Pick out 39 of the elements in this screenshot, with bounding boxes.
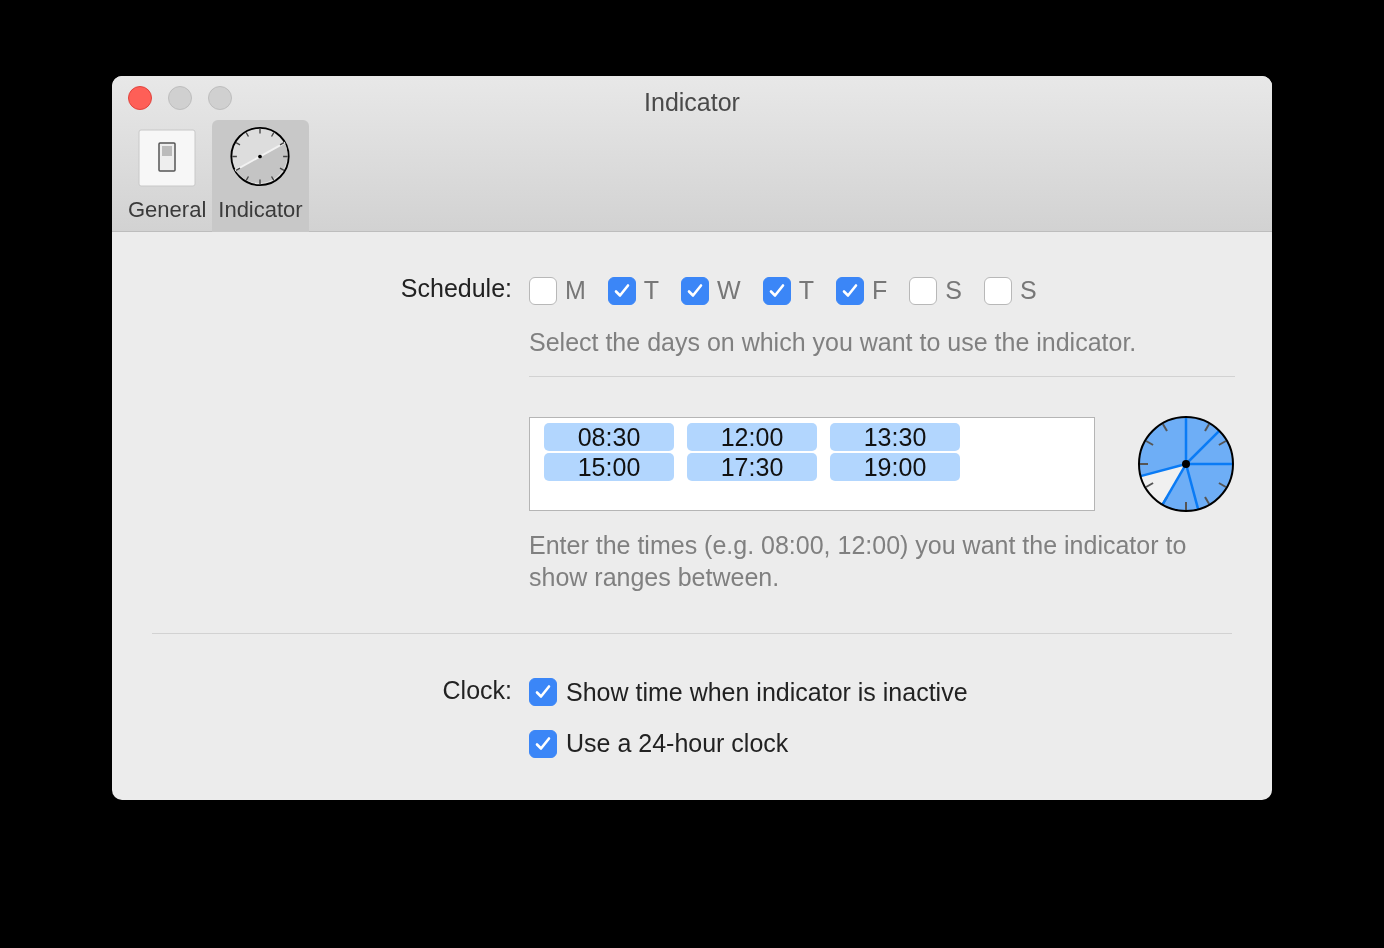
option-label: Use a 24-hour clock <box>566 728 789 759</box>
day-label: T <box>798 275 814 306</box>
checkbox[interactable] <box>607 276 636 305</box>
checkbox[interactable] <box>529 276 557 305</box>
time-token[interactable]: 19:00 <box>830 452 960 481</box>
time-token[interactable]: 15:00 <box>544 452 674 481</box>
time-token[interactable]: 08:30 <box>544 422 674 451</box>
day-label: M <box>565 275 586 306</box>
time-token[interactable]: 12:00 <box>687 422 817 451</box>
check-icon <box>686 281 705 300</box>
day-label: T <box>643 275 660 306</box>
check-icon <box>534 734 552 753</box>
times-field[interactable]: 08:30 12:00 13:30 15:00 17:30 19:00 <box>529 416 1095 511</box>
check-icon <box>612 281 631 300</box>
window-title: Indicator <box>644 87 740 118</box>
time-token[interactable]: 17:30 <box>687 452 817 481</box>
schedule-hint: Select the days on which you want to use the indicator. <box>529 326 1138 358</box>
option-label: Show time when indicator is inactive <box>566 676 968 708</box>
toolbar-tab[interactable]: Indicator <box>212 119 309 232</box>
check-icon <box>841 281 859 300</box>
checkbox[interactable] <box>762 276 791 305</box>
checkbox[interactable] <box>983 276 1012 305</box>
check-icon <box>767 281 786 300</box>
day-label: F <box>872 275 888 306</box>
day-label: S <box>945 275 962 306</box>
checkbox[interactable] <box>529 678 557 707</box>
time-token[interactable]: 13:30 <box>830 422 960 451</box>
close-button[interactable] <box>128 86 152 110</box>
clock-label: Clock: <box>441 674 512 706</box>
toolbar-tab[interactable]: General <box>122 119 213 232</box>
checkbox[interactable] <box>681 276 710 305</box>
checkbox[interactable] <box>529 729 557 758</box>
checkbox[interactable] <box>909 276 938 305</box>
day-label: S <box>1019 275 1037 306</box>
day-label: W <box>717 275 741 306</box>
checkbox[interactable] <box>836 276 864 305</box>
schedule-label: Schedule: <box>399 273 512 304</box>
light-switch-icon <box>138 128 197 187</box>
times-hint: Enter the times (e.g. 08:00, 12:00) you want the indicator to show ranges between. <box>529 529 1188 593</box>
